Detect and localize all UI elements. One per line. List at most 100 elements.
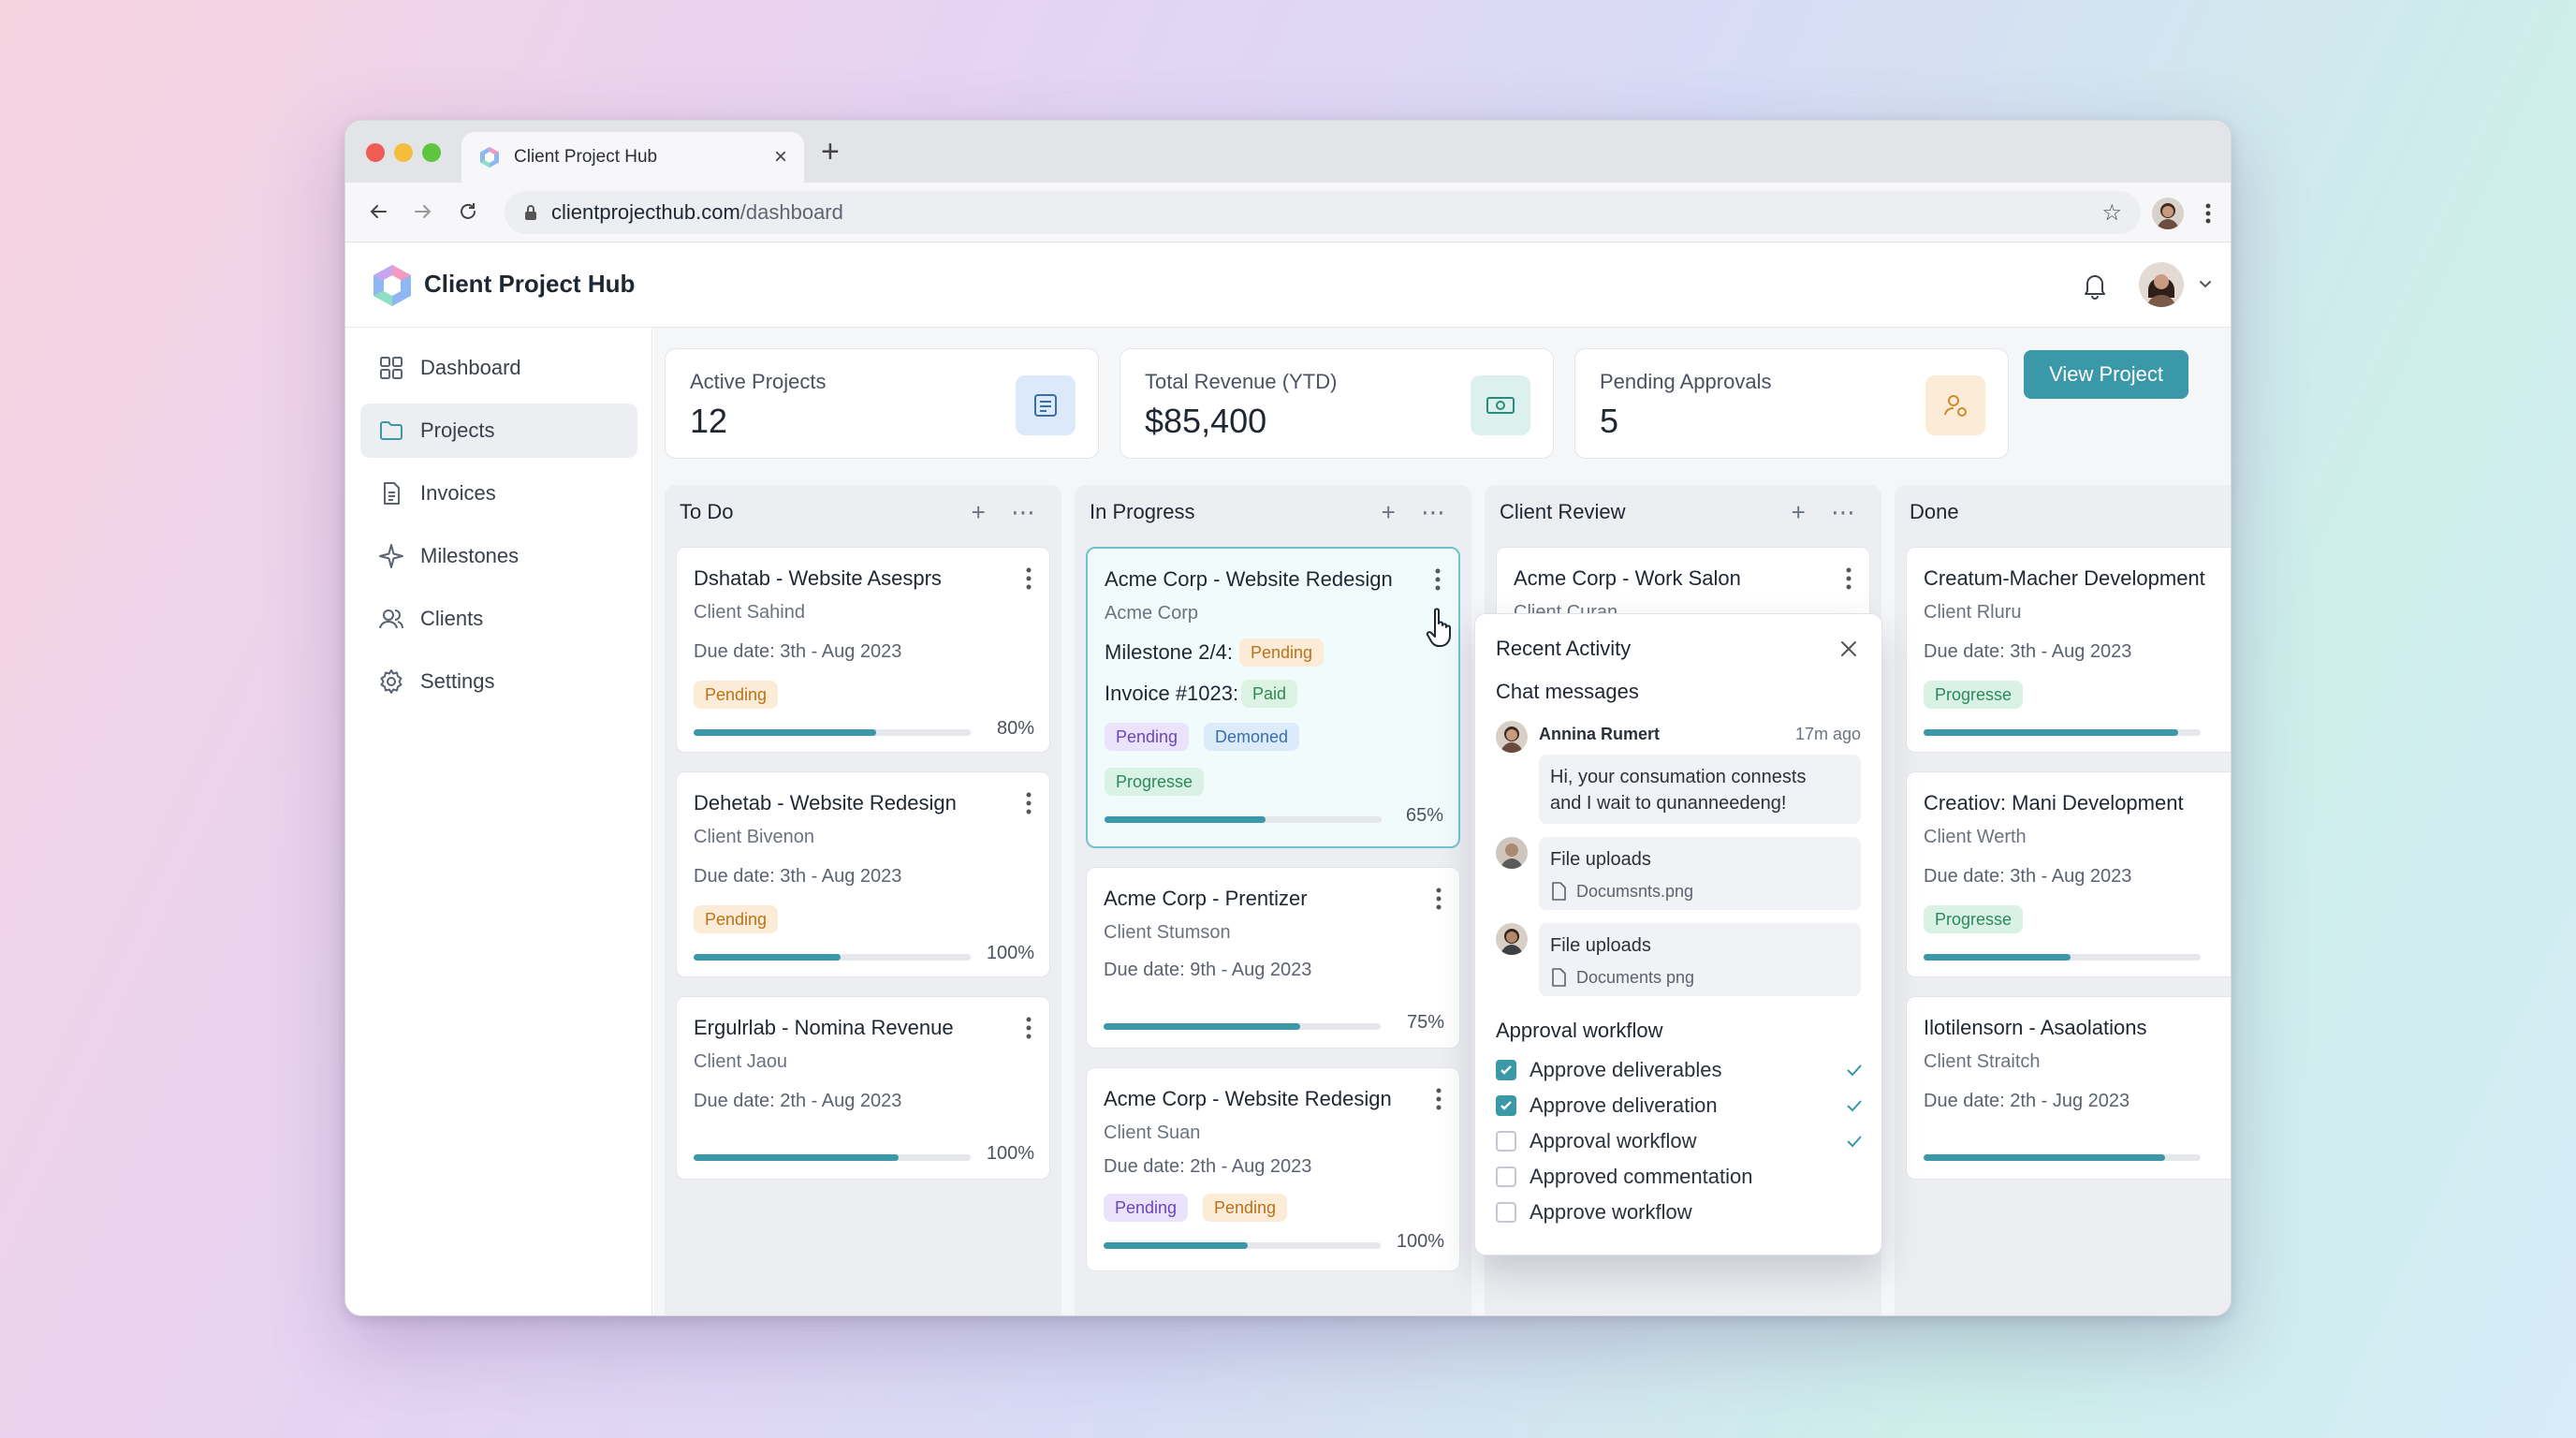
browser-window: Client Project Hub × + clientprojecthub.… — [344, 120, 2232, 1316]
sidebar-item-clients[interactable]: Clients — [360, 592, 637, 646]
card-client: Client Sahind — [694, 602, 805, 623]
chevron-down-icon[interactable] — [2195, 273, 2216, 294]
message-author: Annina Rumert — [1539, 725, 1661, 743]
approval-item[interactable]: Approval workflow — [1496, 1127, 1865, 1155]
kebab-menu-icon[interactable] — [1025, 566, 1032, 591]
recent-activity-popover: Recent Activity Chat messages Annina Rum… — [1474, 613, 1882, 1255]
tab-close-icon[interactable]: × — [774, 146, 787, 169]
new-tab-button[interactable]: + — [821, 136, 840, 168]
close-window-button[interactable] — [366, 143, 385, 162]
file-row: Documsnts.png — [1550, 878, 1850, 904]
card-client: Client Suan — [1104, 1123, 1201, 1143]
checkbox-checked[interactable] — [1496, 1060, 1516, 1080]
project-card[interactable]: Acme Corp - Prentizer Client Stumson Due… — [1086, 867, 1460, 1049]
card-client: Client Straitch — [1924, 1051, 2041, 1072]
minimize-window-button[interactable] — [394, 143, 413, 162]
checkbox-unchecked[interactable] — [1496, 1202, 1516, 1223]
kebab-menu-icon[interactable] — [1025, 1016, 1032, 1040]
stat-value: 12 — [690, 402, 728, 440]
file-name: Documsnts.png — [1576, 882, 1694, 901]
kebab-menu-icon[interactable] — [1845, 566, 1852, 591]
kebab-menu-icon[interactable] — [1435, 887, 1442, 911]
sidebar-item-invoices[interactable]: Invoices — [360, 466, 637, 521]
back-arrow-icon[interactable] — [362, 196, 394, 227]
browser-tab[interactable]: Client Project Hub × — [461, 132, 804, 183]
approval-item[interactable]: Approve workflow — [1496, 1198, 1865, 1226]
folder-icon — [380, 421, 402, 440]
card-title: Ergulrlab - Nomina Revenue — [694, 1016, 954, 1039]
checkbox-unchecked[interactable] — [1496, 1131, 1516, 1152]
file-upload-title: File uploads — [1550, 935, 1651, 956]
project-card[interactable]: Creatum-Macher Development Client Rluru … — [1906, 547, 2231, 753]
app-favicon-icon — [480, 147, 499, 168]
card-title: Acme Corp - Website Redesign — [1105, 567, 1393, 591]
status-badge: Progresse — [1924, 681, 2024, 709]
file-name: Documents png — [1576, 968, 1695, 987]
browser-profile-avatar[interactable] — [2152, 198, 2184, 229]
column-actions[interactable]: + ⋯ — [972, 498, 1045, 527]
approval-item[interactable]: Approved commentation — [1496, 1163, 1865, 1191]
forward-arrow-icon[interactable] — [407, 196, 439, 227]
document-icon — [384, 482, 400, 505]
file-upload-title: File uploads — [1550, 849, 1651, 870]
project-card[interactable]: Acme Corp - Website Redesign Client Suan… — [1086, 1067, 1460, 1271]
column-title: Done — [1910, 500, 1959, 523]
sidebar-item-milestones[interactable]: Milestones — [360, 529, 637, 583]
project-card[interactable]: Ergulrlab - Nomina Revenue Client Jaou D… — [676, 996, 1050, 1180]
status-badge: Demoned — [1204, 723, 1300, 751]
stat-label: Active Projects — [690, 370, 827, 393]
file-upload-item[interactable]: File uploads Documsnts.png — [1539, 837, 1861, 910]
invoice-badge: Paid — [1241, 680, 1298, 708]
card-title: Creatiov: Mani Development — [1924, 791, 2184, 814]
sidebar-item-label: Invoices — [420, 481, 496, 505]
card-client: Acme Corp — [1105, 603, 1199, 624]
browser-toolbar: clientprojecthub.com/dashboard ☆ — [345, 183, 2231, 242]
hand-cursor-icon — [1426, 608, 1451, 647]
approval-label: Approval workflow — [1530, 1129, 1697, 1152]
project-card[interactable]: Creatiov: Mani Development Client Werth … — [1906, 771, 2231, 977]
card-title: Acme Corp - Prentizer — [1104, 887, 1308, 910]
close-icon[interactable] — [1837, 637, 1861, 661]
checkmark-icon — [1847, 1100, 1862, 1112]
sidebar-item-dashboard[interactable]: Dashboard — [360, 341, 637, 395]
sidebar-item-settings[interactable]: Settings — [360, 654, 637, 709]
status-badge: Pending — [694, 905, 779, 933]
stat-label: Total Revenue (YTD) — [1145, 370, 1338, 393]
sidebar-item-projects[interactable]: Projects — [360, 404, 637, 458]
notification-bell-icon[interactable] — [2079, 270, 2111, 301]
project-card-selected[interactable]: Acme Corp - Website Redesign Acme Corp M… — [1086, 547, 1460, 848]
stat-label: Pending Approvals — [1600, 370, 1772, 393]
column-title: In Progress — [1090, 500, 1195, 523]
sidebar-item-label: Settings — [420, 669, 495, 693]
column-actions[interactable]: + ⋯ — [1792, 498, 1865, 527]
file-upload-item[interactable]: File uploads Documents png — [1539, 923, 1861, 996]
checkbox-checked[interactable] — [1496, 1095, 1516, 1116]
view-project-button[interactable]: View Project — [2024, 350, 2188, 399]
project-card[interactable]: Ilotilensorn - Asaolations Client Strait… — [1906, 996, 2231, 1180]
kebab-menu-icon[interactable] — [1025, 791, 1032, 815]
kebab-menu-icon[interactable] — [1435, 1087, 1442, 1111]
column-todo: To Do + ⋯ Dshatab - Website Asesprs Clie… — [665, 485, 1061, 1315]
progress-bar — [1104, 1023, 1381, 1030]
user-avatar[interactable] — [2139, 262, 2184, 307]
kebab-menu-icon[interactable] — [1434, 567, 1442, 592]
progress-bar — [1924, 954, 2201, 961]
checkbox-unchecked[interactable] — [1496, 1167, 1516, 1187]
card-title: Ilotilensorn - Asaolations — [1924, 1016, 2147, 1039]
app-header: Client Project Hub — [345, 243, 2231, 328]
browser-menu-icon[interactable] — [2199, 198, 2217, 229]
approval-item[interactable]: Approve deliverables — [1496, 1056, 1865, 1084]
lock-icon — [525, 205, 536, 220]
sidebar: Dashboard Projects Invoices Milestones C… — [345, 328, 652, 1315]
card-due-date: Due date: 3th - Aug 2023 — [1924, 866, 2132, 887]
project-card[interactable]: Dshatab - Website Asesprs Client Sahind … — [676, 547, 1050, 753]
sidebar-item-label: Projects — [420, 418, 495, 442]
maximize-window-button[interactable] — [422, 143, 441, 162]
address-bar[interactable]: clientprojecthub.com/dashboard ☆ — [505, 191, 2141, 234]
column-actions[interactable]: + ⋯ — [1382, 498, 1455, 527]
reload-icon[interactable] — [452, 196, 484, 227]
bookmark-star-icon[interactable]: ☆ — [2101, 199, 2122, 227]
project-card[interactable]: Dehetab - Website Redesign Client Biveno… — [676, 771, 1050, 977]
approval-item[interactable]: Approve deliveration — [1496, 1092, 1865, 1120]
progress-percent: 100% — [986, 943, 1034, 963]
